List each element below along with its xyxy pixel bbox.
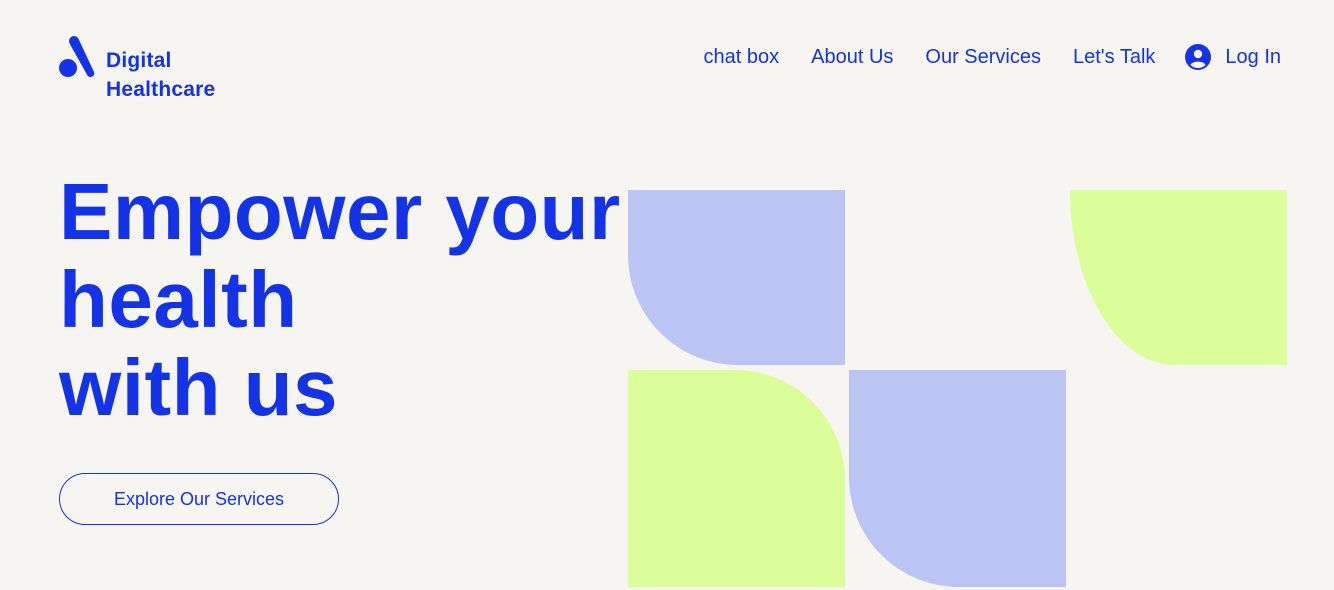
brand-logo[interactable]: Digital Healthcare <box>59 36 215 104</box>
login-label: Log In <box>1225 46 1281 68</box>
hero-title: Empower your health with us <box>59 168 859 432</box>
nav-link-our-services[interactable]: Our Services <box>925 40 1041 74</box>
nav-link-about-us[interactable]: About Us <box>811 40 893 74</box>
main-nav: chat box About Us Our Services Let's Tal… <box>704 40 1281 74</box>
nav-link-lets-talk[interactable]: Let's Talk <box>1073 40 1155 74</box>
nav-link-chat-box[interactable]: chat box <box>704 40 780 74</box>
brand-logo-icon <box>59 36 95 78</box>
lavender-leaf-shape <box>849 370 1066 587</box>
lime-leaf-shape <box>1070 190 1287 365</box>
login-button[interactable]: Log In <box>1185 40 1281 74</box>
brand-name-line1: Digital <box>106 49 172 72</box>
brand-name: Digital Healthcare <box>106 46 215 104</box>
hero-title-line2: with us <box>59 343 339 432</box>
hero-title-line1: Empower your health <box>59 167 621 344</box>
explore-services-button[interactable]: Explore Our Services <box>59 473 339 525</box>
user-avatar-icon <box>1185 44 1212 70</box>
brand-name-line2: Healthcare <box>106 78 216 101</box>
